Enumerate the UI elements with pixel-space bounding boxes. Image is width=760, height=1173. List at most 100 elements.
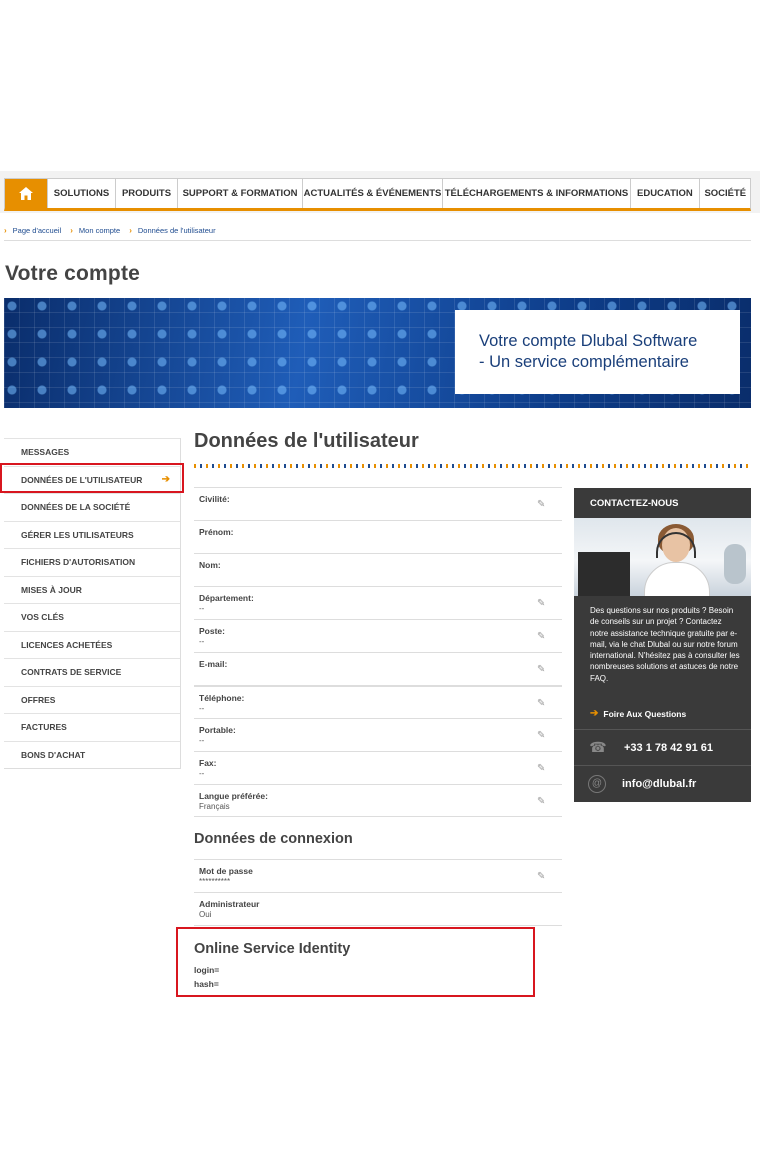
field-label: Fax: [199, 758, 217, 768]
edit-icon[interactable]: ✎ [537, 698, 548, 709]
field-label: Administrateur [199, 899, 260, 909]
sidebar-item-label: GÉRER LES UTILISATEURS [21, 529, 134, 540]
sidebar-item-offers[interactable]: OFFRES [4, 685, 180, 714]
breadcrumb-current: › Données de l'utilisateur [129, 226, 215, 235]
breadcrumb-account[interactable]: › Mon compte [70, 226, 120, 235]
nav-support-formation[interactable]: SUPPORT & FORMATION [177, 179, 302, 208]
at-sign-icon: @ [588, 774, 606, 793]
field-value: Français [199, 802, 230, 811]
edit-icon[interactable]: ✎ [537, 631, 548, 642]
edit-icon[interactable]: ✎ [537, 763, 548, 774]
support-agent-photo [574, 518, 751, 596]
field-nom: Nom: [194, 553, 562, 586]
field-label: Portable: [199, 725, 236, 735]
breadcrumb-label: Données de l'utilisateur [137, 225, 216, 235]
field-value: -- [199, 604, 205, 613]
field-administrator: Administrateur Oui [194, 892, 562, 925]
user-data-fields: Civilité: ✎ Prénom: Nom: Département: --… [194, 487, 562, 817]
field-label: Nom: [199, 560, 221, 570]
sidebar-item-label: CONTRATS DE SERVICE [21, 667, 122, 678]
osi-title: Online Service Identity [194, 941, 351, 957]
faq-label[interactable]: Foire Aux Questions [603, 709, 686, 719]
contact-title: CONTACTEZ-NOUS [590, 497, 679, 509]
sidebar-item-label: LICENCES ACHETÉES [21, 639, 113, 650]
field-label: E-mail: [199, 659, 228, 669]
contact-email-row[interactable]: @ info@dlubal.fr [574, 765, 751, 801]
field-civilite: Civilité: ✎ [194, 487, 562, 520]
edit-icon[interactable]: ✎ [537, 664, 548, 675]
field-fax: Fax: -- ✎ [194, 751, 562, 784]
banner-line-2: - Un service complémentaire [479, 353, 689, 371]
chevron-right-icon: › [4, 225, 7, 235]
breadcrumb: › Page d'accueil › Mon compte › Données de … [4, 220, 751, 241]
nav-bar: SOLUTIONS PRODUITS SUPPORT & FORMATION A… [4, 178, 751, 211]
home-icon [19, 187, 33, 200]
edit-icon[interactable]: ✎ [537, 796, 548, 807]
sidebar-item-invoices[interactable]: FACTURES [4, 713, 180, 741]
login-data-title: Données de connexion [194, 831, 353, 847]
login-data-fields: Mot de passe ********** ✎ Administrateur… [194, 859, 562, 926]
field-value: ********** [199, 877, 231, 886]
edit-icon[interactable]: ✎ [537, 499, 548, 510]
field-label: Prénom: [199, 527, 234, 537]
field-value: -- [199, 704, 205, 713]
edit-icon[interactable]: ✎ [537, 871, 548, 882]
banner-line-1: Votre compte Dlubal Software [479, 332, 698, 350]
contact-email[interactable]: info@dlubal.fr [622, 778, 696, 790]
field-value: -- [199, 736, 205, 745]
breadcrumb-label[interactable]: Page d'accueil [13, 226, 62, 235]
field-label: Langue préférée: [199, 791, 268, 801]
nav-education[interactable]: EDUCATION [630, 179, 699, 208]
field-value: -- [199, 769, 205, 778]
faq-link[interactable]: ➔ Foire Aux Questions [590, 708, 686, 719]
background-person-shape [724, 544, 746, 584]
sidebar-item-label: OFFRES [21, 694, 56, 705]
sidebar-item-keys[interactable]: VOS CLÉS [4, 603, 180, 631]
field-value: -- [199, 637, 205, 646]
field-label: Département: [199, 593, 254, 603]
nav-societe[interactable]: SOCIÉTÉ [698, 179, 751, 208]
sidebar-item-messages[interactable]: MESSAGES [4, 438, 180, 466]
field-portable: Portable: -- ✎ [194, 718, 562, 751]
page-title: Votre compte [5, 262, 141, 285]
sidebar-item-licenses[interactable]: LICENCES ACHETÉES [4, 630, 180, 659]
contact-phone[interactable]: +33 1 78 42 91 61 [624, 742, 713, 754]
account-banner: Votre compte Dlubal Software - Un servic… [4, 298, 751, 408]
edit-icon[interactable]: ✎ [537, 730, 548, 741]
field-label: Mot de passe [199, 866, 253, 876]
nav-solutions[interactable]: SOLUTIONS [47, 179, 115, 208]
osi-highlight-box [176, 927, 535, 997]
field-label: Téléphone: [199, 693, 245, 703]
chevron-right-icon: › [70, 225, 73, 235]
nav-telechargements[interactable]: TÉLÉCHARGEMENTS & INFORMATIONS [442, 179, 630, 208]
sidebar-item-updates[interactable]: MISES À JOUR [4, 575, 180, 604]
chevron-right-icon: › [129, 225, 132, 235]
field-password: Mot de passe ********** ✎ [194, 859, 562, 892]
sidebar-item-company-data[interactable]: DONNÉES DE LA SOCIÉTÉ [4, 493, 180, 521]
arrow-right-icon: ➔ [590, 708, 599, 719]
nav-produits[interactable]: PRODUITS [115, 179, 177, 208]
field-departement: Département: -- ✎ [194, 586, 562, 619]
sidebar-item-manage-users[interactable]: GÉRER LES UTILISATEURS [4, 520, 180, 549]
edit-icon[interactable]: ✎ [537, 598, 548, 609]
nav-actualites-evenements[interactable]: ACTUALITÉS & ÉVÉNEMENTS [302, 179, 442, 208]
field-label: Poste: [199, 626, 225, 636]
sidebar-item-service-contracts[interactable]: CONTRATS DE SERVICE [4, 658, 180, 686]
breadcrumb-home[interactable]: › Page d'accueil [4, 226, 61, 235]
sidebar-item-purchase-orders[interactable]: BONS D'ACHAT [4, 740, 180, 769]
sidebar-item-label: MISES À JOUR [21, 584, 82, 595]
section-title: Données de l'utilisateur [194, 430, 419, 452]
osi-login: login= [194, 965, 220, 975]
sidebar-item-label: MESSAGES [21, 447, 70, 458]
breadcrumb-label[interactable]: Mon compte [79, 226, 120, 235]
field-prenom: Prénom: [194, 520, 562, 553]
sidebar-item-authorization-files[interactable]: FICHIERS D'AUTORISATION [4, 548, 180, 576]
phone-icon: ☎ [589, 739, 607, 755]
sidebar-item-label: FACTURES [21, 722, 67, 733]
banner-caption: Votre compte Dlubal Software - Un servic… [455, 310, 740, 394]
osi-hash: hash= [194, 979, 219, 989]
field-langue: Langue préférée: Français ✎ [194, 784, 562, 817]
agent-body-shape [644, 562, 710, 596]
home-button[interactable] [5, 179, 47, 208]
contact-phone-row[interactable]: ☎ +33 1 78 42 91 61 [574, 729, 751, 765]
